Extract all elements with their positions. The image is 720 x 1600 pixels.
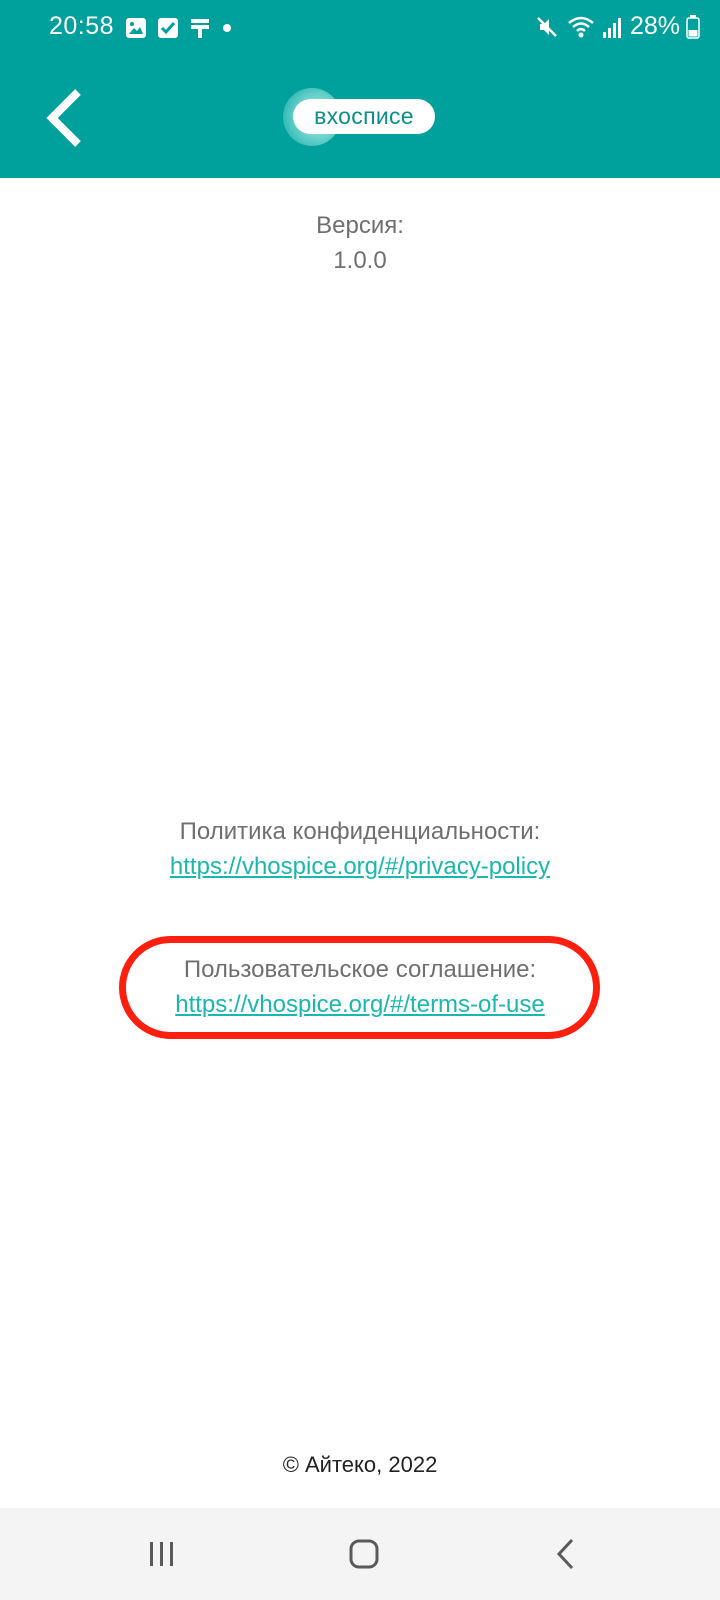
version-label: Версия:	[316, 212, 404, 239]
privacy-policy-label: Политика конфиденциальности:	[179, 818, 541, 845]
about-content: Версия: 1.0.0 Политика конфиденциальност…	[0, 178, 720, 1508]
home-icon	[349, 1539, 379, 1569]
cleaner-icon	[191, 19, 209, 38]
battery-percent: 28%	[629, 12, 680, 40]
image-icon	[126, 18, 146, 38]
version-value: 1.0.0	[333, 247, 387, 274]
mute-icon	[537, 16, 557, 37]
status-right-icons: 28%	[534, 12, 700, 41]
battery-icon	[686, 14, 700, 39]
copyright: © Айтеко, 2022	[282, 1452, 438, 1477]
chevron-left-icon	[46, 89, 81, 147]
terms-of-use-label: Пользовательское соглашение:	[183, 956, 537, 983]
app-bar: вхосписе	[0, 58, 720, 178]
status-left-icons	[125, 17, 233, 39]
logo-text: вхосписе	[293, 99, 435, 134]
recents-icon	[150, 1542, 173, 1566]
recents-button[interactable]	[132, 1530, 192, 1578]
back-button[interactable]	[36, 86, 92, 150]
terms-of-use-link[interactable]: https://vhospice.org/#/terms-of-use	[0, 991, 720, 1019]
system-nav-bar	[0, 1508, 720, 1600]
system-back-button[interactable]	[536, 1530, 596, 1578]
highlight-annotation	[119, 936, 600, 1039]
status-time: 20:58	[49, 12, 115, 40]
home-button[interactable]	[334, 1530, 394, 1578]
status-bar: 20:58 28%	[0, 0, 720, 58]
back-icon	[556, 1538, 574, 1570]
app-logo: вхосписе	[283, 88, 438, 146]
dot-icon	[223, 24, 231, 32]
signal-icon	[602, 17, 621, 38]
wifi-icon	[568, 16, 594, 37]
privacy-policy-link[interactable]: https://vhospice.org/#/privacy-policy	[0, 853, 720, 881]
checkbox-icon	[158, 18, 178, 38]
